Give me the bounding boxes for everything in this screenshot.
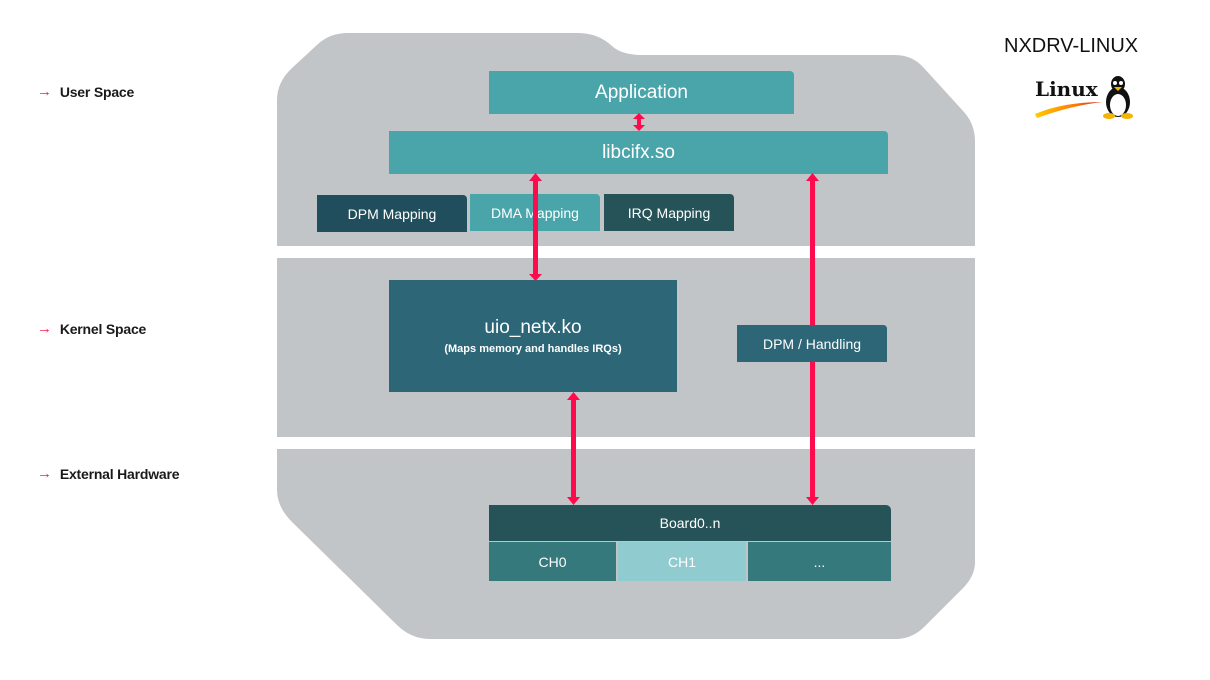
libcifx-label: libcifx.so [602,141,675,163]
layer-label-text: Kernel Space [59,320,147,337]
dpm-handling-box-overlay: DPM / Handling [737,325,887,362]
board-header: Board0..n [489,505,891,541]
module-name-label: uio_netx.ko [484,317,582,338]
layer-label-external-hardware: → External Hardware [37,465,180,482]
linux-logo-text: Linux [1035,77,1099,101]
application-label: Application [595,81,688,103]
arrow-right-icon: → [37,83,52,100]
tux-penguin-icon [1103,76,1133,119]
dma-mapping-box: DMA Mapping [470,194,600,231]
page-title: NXDRV-LINUX [1004,35,1139,57]
dpm-mapping-box: DPM Mapping [317,195,467,232]
channel-label: ... [813,553,826,570]
arrow-right-icon: → [37,465,52,482]
channel-label: CH1 [667,553,696,570]
layer-label-kernel-space: → Kernel Space [37,320,146,337]
dpm-handling-label: DPM / Handling [762,335,862,352]
layer-label-user-space: → User Space [37,83,134,100]
channel-label: CH0 [538,553,567,570]
swoosh-icon [1035,102,1103,118]
uio-netx-module-box: uio_netx.ko (Maps memory and handles IRQ… [389,280,677,392]
layer-label-text: User Space [59,83,135,100]
irq-mapping-box: IRQ Mapping [604,194,734,231]
linux-logo: Linux [1033,72,1143,122]
module-description-label: (Maps memory and handles IRQs) [444,343,622,355]
irq-mapping-label: IRQ Mapping [627,204,711,221]
channel-cell-more: ... [748,542,891,581]
application-box: Application [489,71,794,114]
libcifx-box: libcifx.so [389,131,888,174]
arrow-right-icon: → [37,320,52,337]
dpm-mapping-label: DPM Mapping [347,205,437,222]
channel-cell-ch0: CH0 [489,542,616,581]
dma-mapping-label: DMA Mapping [491,204,579,221]
layer-label-text: External Hardware [59,465,180,482]
channel-cell-ch1: CH1 [618,542,746,581]
board-label: Board0..n [659,515,721,531]
